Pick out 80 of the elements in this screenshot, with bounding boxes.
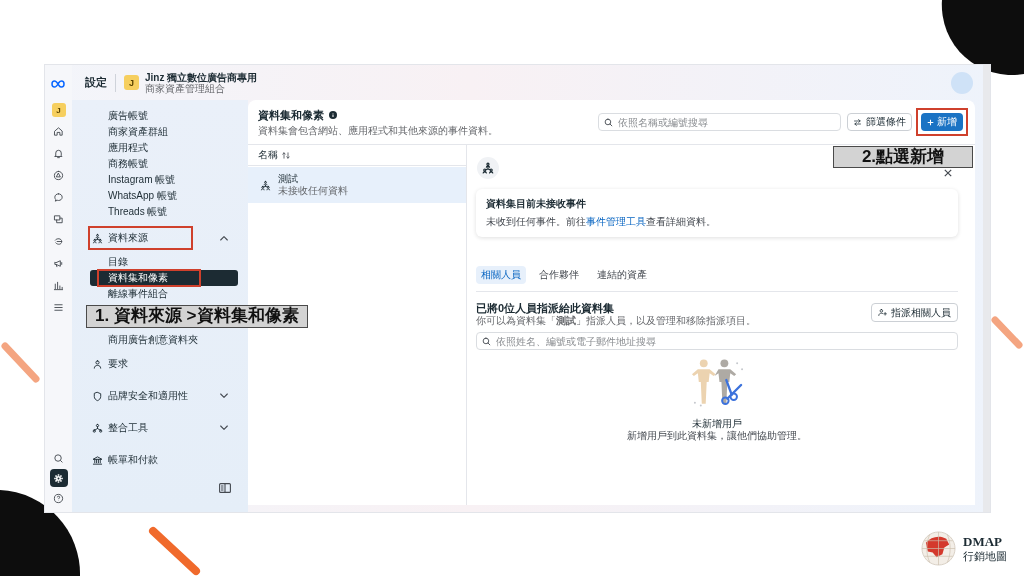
dataset-status: 未接收任何資料 [278,185,348,197]
empty-title: 未新增用戶 [692,418,742,430]
account-avatar[interactable]: J [51,103,66,117]
search-icon [482,336,491,346]
event-manager-link[interactable]: 事件管理工具 [586,216,646,227]
notice-title: 資料集目前未接收事件 [486,197,587,211]
account-subtitle: 商家資產管理組合 [145,82,225,94]
diagonal-stroke [1,342,40,383]
filter-button[interactable]: 篩選條件 [847,113,912,131]
logo-subtitle: 行銷地圖 [963,549,1007,563]
panel-toggle-icon[interactable] [219,483,231,493]
sidebar-section[interactable]: 資料來源 [92,222,229,254]
sidebar-link[interactable]: WhatsApp 帳號 [108,188,177,204]
close-icon[interactable] [944,169,952,177]
help-icon [53,492,64,504]
chat-bubble-icon [53,191,64,203]
people-network-icon [477,157,499,179]
tab[interactable]: 合作夥伴 [534,266,584,284]
empty-text: 新增用戶到此資料集，讓他們協助管理。 [627,430,807,442]
settings-button[interactable] [49,469,68,487]
sidebar-link[interactable]: 商家資產群組 [108,124,168,140]
sidebar-link[interactable]: 離線事件組合 [90,286,238,302]
sidebar-link[interactable]: 目錄 [90,254,238,270]
sidebar-link[interactable]: 商務帳號 [108,156,148,172]
diagonal-stroke [991,316,1023,349]
globe-icon [921,531,956,566]
sidebar-link[interactable]: 資料集和像素 [90,270,238,286]
page-subtitle: 資料集會包含網站、應用程式和其他來源的事件資料。 [258,123,498,137]
bar-chart-icon [53,279,64,291]
search-field[interactable]: 依照名稱或編號搜尋 [598,113,841,131]
people-network-icon [92,232,103,244]
add-button[interactable]: 新增 [921,113,963,131]
sidebar-link[interactable]: 應用程式 [108,140,148,156]
swap-arrows-icon [853,117,862,127]
assign-people-button[interactable]: 指派相關人員 [871,303,958,322]
people-network-icon [260,179,271,191]
sidebar-section[interactable]: 品牌安全和適用性 [92,380,229,412]
infinity-logo-icon[interactable] [49,79,68,89]
search-field[interactable]: 依照姓名、編號或電子郵件地址搜尋 [476,332,958,350]
menu-icon [53,301,64,313]
annotation-label: 2.點選新增 [833,146,973,168]
person-icon [92,358,103,370]
sidebar-link[interactable]: 商用廣告創意資料夾 [90,332,238,348]
sort-icon[interactable] [282,151,290,159]
plus-icon [927,118,934,126]
diagonal-stroke [149,527,200,575]
settings-icon [53,472,64,484]
column-header[interactable]: 名稱 [258,148,278,162]
notice-text: 未收到任何事件。前往事件管理工具查看詳細資料。 [486,215,717,229]
home-icon [53,125,64,137]
sidebar-link[interactable]: 廣告帳號 [108,108,148,124]
page-heading: 資料集和像素 [258,107,324,122]
bell-icon [53,147,64,159]
nodes-icon [92,422,103,434]
sidebar-link[interactable]: Instagram 帳號 [108,172,176,188]
sidebar-section[interactable]: 要求 [92,348,229,380]
account-name: Jinz 獨立數位廣告商專用 [145,71,258,83]
stack-icon [53,213,64,225]
account-avatar[interactable]: J [124,75,139,90]
logo-title: DMAP [963,534,1003,549]
page-title: 設定 [85,75,107,90]
assign-heading: 已將0位人員指派給此資料集 [476,302,616,315]
search-icon [53,452,64,464]
person-add-icon [878,308,887,317]
shield-icon [92,390,103,402]
swirl-icon [53,235,64,247]
sidebar-section[interactable]: 整合工具 [92,412,229,444]
scrollbar[interactable] [983,65,990,512]
bank-icon [92,454,103,466]
assign-description: 你可以為資料集「測試」指派人員，以及管理和移除指派項目。 [476,315,756,327]
info-icon[interactable] [329,110,337,119]
megaphone-icon [53,257,64,269]
search-icon [604,117,613,127]
tab[interactable]: 連結的資產 [592,266,652,284]
annotation-label: 1. 資料來源 >資料集和像素 [86,305,308,328]
dataset-name: 測試 [278,173,299,185]
sidebar-link[interactable]: Threads 帳號 [108,204,168,220]
sidebar-section[interactable]: 帳單和付款 [92,444,229,476]
dataset-row[interactable]: 測試 未接收任何資料 [248,167,466,203]
tab[interactable]: 相關人員 [476,266,526,284]
